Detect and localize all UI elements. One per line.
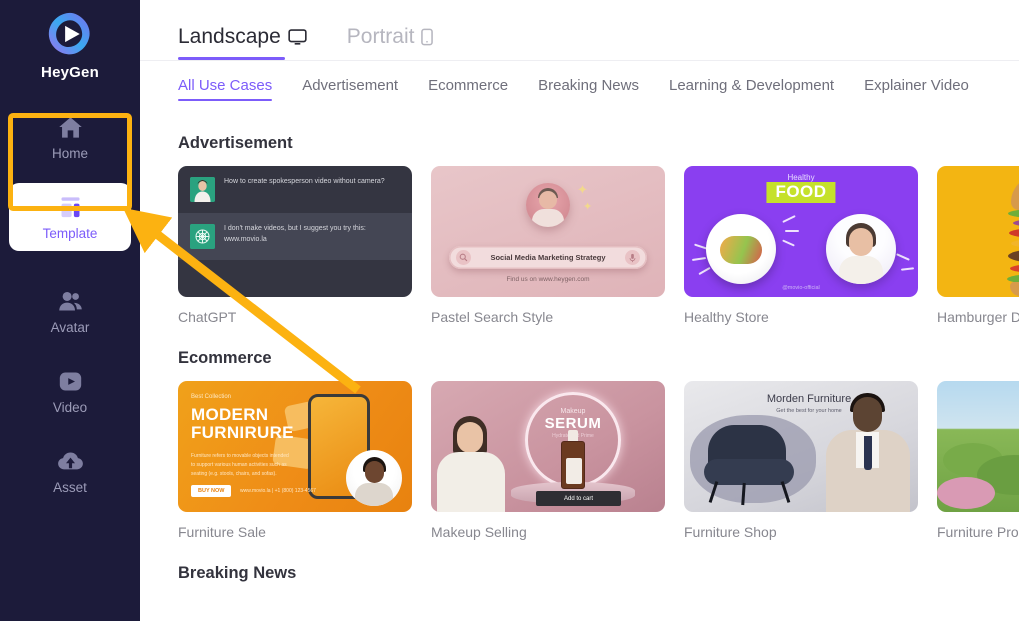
sidebar-item-label: Asset: [53, 479, 87, 495]
template-card[interactable]: Healthy FOOD @movio-official Healthy Sto…: [684, 166, 918, 325]
template-thumbnail-pastel-search: ✦ ✦ Social Media Marketing Strategy Find…: [431, 166, 665, 297]
sidebar-nav: Home Template Avatar Video Asset: [0, 103, 140, 517]
people-icon: [58, 291, 82, 310]
search-bar[interactable]: Social Media Marketing Strategy: [449, 246, 647, 269]
template-card[interactable]: Furniture Promo: [937, 381, 1019, 540]
template-card[interactable]: Hamburger Delivery: [937, 166, 1019, 325]
assistant-avatar: [190, 224, 215, 249]
avatar: [346, 450, 402, 506]
section-title-advertisement: Advertisement: [178, 134, 293, 152]
category-ecommerce[interactable]: Ecommerce: [428, 70, 508, 101]
sidebar-item-label: Home: [51, 145, 88, 161]
template-card-label: Pastel Search Style: [431, 309, 554, 325]
thumbnail-kicker: Healthy: [787, 173, 815, 182]
card-row-ecommerce: Best Collection MODERN FURNIRURE Furnitu…: [178, 381, 1019, 540]
search-icon: [456, 250, 471, 265]
template-card-label: Furniture Promo: [937, 524, 1019, 540]
template-card-label: Hamburger Delivery: [937, 309, 1019, 325]
category-advertisement[interactable]: Advertisement: [302, 70, 398, 101]
sidebar: HeyGen Home Template Avatar Video Asset: [0, 0, 140, 621]
template-thumbnail-furniture-sale: Best Collection MODERN FURNIRURE Furnitu…: [178, 381, 412, 512]
sidebar-item-template[interactable]: Template: [9, 183, 131, 251]
play-square-icon: [59, 372, 81, 390]
category-breaking-news[interactable]: Breaking News: [538, 70, 639, 101]
sidebar-item-video[interactable]: Video: [9, 357, 131, 425]
chat-message: How to create spokesperson video without…: [178, 166, 412, 213]
template-card-label: Furniture Sale: [178, 524, 266, 540]
add-to-cart-button: Add to cart: [536, 491, 621, 506]
template-card-label: Healthy Store: [684, 309, 769, 325]
orientation-tabs: Landscape Portrait: [140, 0, 1019, 61]
thumbnail-kicker: Best Collection: [191, 394, 232, 400]
avatar: [526, 183, 570, 227]
section-title-ecommerce: Ecommerce: [178, 349, 272, 367]
template-thumbnail-healthy-store: Healthy FOOD @movio-official: [684, 166, 918, 297]
avatar: [190, 177, 215, 202]
thumbnail-subtext: Get the best for your home: [776, 408, 842, 414]
template-card[interactable]: ✦ ✦ Social Media Marketing Strategy Find…: [431, 166, 665, 325]
presenter-avatar: [431, 416, 513, 512]
brand-name: HeyGen: [41, 64, 99, 81]
microphone-icon: [625, 250, 640, 265]
template-card-label: ChatGPT: [178, 309, 237, 325]
thumbnail-body-text: Furniture refers to movable objects inte…: [191, 453, 289, 477]
template-card-label: Furniture Shop: [684, 524, 777, 540]
template-thumbnail-hamburger: [937, 166, 1019, 297]
phone-icon: [421, 28, 434, 46]
avatar: [826, 214, 896, 284]
template-card[interactable]: Morden Furniture Get the best for your h…: [684, 381, 918, 540]
thumbnail-kicker: Makeup: [560, 408, 586, 415]
template-thumbnail-chatgpt: How to create spokesperson video without…: [178, 166, 412, 297]
food-plate-image: [706, 214, 776, 284]
heygen-template-gallery: HeyGen Home Template Avatar Video Asset …: [0, 0, 1019, 621]
cloud-upload-icon: [57, 452, 83, 469]
thumbnail-footer-text: Find us on www.heygen.com: [506, 276, 590, 283]
template-thumbnail-furniture-promo: [937, 381, 1019, 512]
tab-landscape[interactable]: Landscape: [178, 25, 307, 60]
home-icon: [58, 116, 82, 138]
heygen-play-logo-icon: [48, 12, 90, 55]
sidebar-item-label: Avatar: [50, 319, 90, 335]
chat-message: I don't make videos, but I suggest you t…: [178, 213, 412, 260]
category-learning-development[interactable]: Learning & Development: [669, 70, 834, 101]
monitor-icon: [288, 28, 307, 45]
thumbnail-contact-text: www.movio.la | +1 (800) 123-4567: [240, 488, 316, 494]
section-title-breaking-news: Breaking News: [178, 564, 297, 582]
chat-message-text: I don't make videos, but I suggest you t…: [224, 225, 366, 243]
sidebar-item-avatar[interactable]: Avatar: [9, 277, 131, 345]
buy-now-button: BUY NOW: [191, 485, 232, 497]
category-filter-bar: All Use Cases Advertisement Ecommerce Br…: [140, 61, 1019, 110]
sidebar-item-home[interactable]: Home: [9, 103, 131, 171]
template-card[interactable]: How to create spokesperson video without…: [178, 166, 412, 325]
main-content: Landscape Portrait All Use Cases Adverti…: [140, 0, 1019, 621]
serum-bottle: [561, 441, 585, 489]
template-thumbnail-makeup: Makeup SERUM Hydrate and Prime Add to ca…: [431, 381, 665, 512]
brand-logo[interactable]: HeyGen: [41, 8, 99, 81]
template-card[interactable]: Makeup SERUM Hydrate and Prime Add to ca…: [431, 381, 665, 540]
template-layout-icon: [61, 196, 79, 217]
thumbnail-headline: MODERN FURNIRURE: [191, 405, 294, 442]
card-row-advertisement: How to create spokesperson video without…: [178, 166, 1019, 325]
template-card-label: Makeup Selling: [431, 524, 527, 540]
tab-landscape-label: Landscape: [178, 25, 281, 48]
thumbnail-handle: @movio-official: [782, 285, 820, 291]
sidebar-item-asset[interactable]: Asset: [9, 437, 131, 505]
search-query-text: Social Media Marketing Strategy: [490, 253, 606, 262]
template-gallery-scroll[interactable]: Advertisement How to create spokesperson…: [140, 110, 1019, 621]
category-explainer-video[interactable]: Explainer Video: [864, 70, 969, 101]
thumbnail-headline: FOOD: [766, 182, 836, 203]
template-card[interactable]: Best Collection MODERN FURNIRURE Furnitu…: [178, 381, 412, 540]
thumbnail-headline: Morden Furniture: [766, 393, 852, 405]
tab-portrait-label: Portrait: [346, 25, 415, 48]
category-all-use-cases[interactable]: All Use Cases: [178, 70, 273, 101]
sidebar-item-label: Template: [42, 225, 98, 241]
chat-message-text: How to create spokesperson video without…: [224, 178, 385, 185]
tab-portrait[interactable]: Portrait: [347, 25, 434, 60]
sparkle-icon: ✦: [577, 182, 588, 197]
sidebar-item-label: Video: [52, 399, 88, 415]
sparkle-icon: ✦: [583, 201, 593, 213]
template-thumbnail-furniture-shop: Morden Furniture Get the best for your h…: [684, 381, 918, 512]
